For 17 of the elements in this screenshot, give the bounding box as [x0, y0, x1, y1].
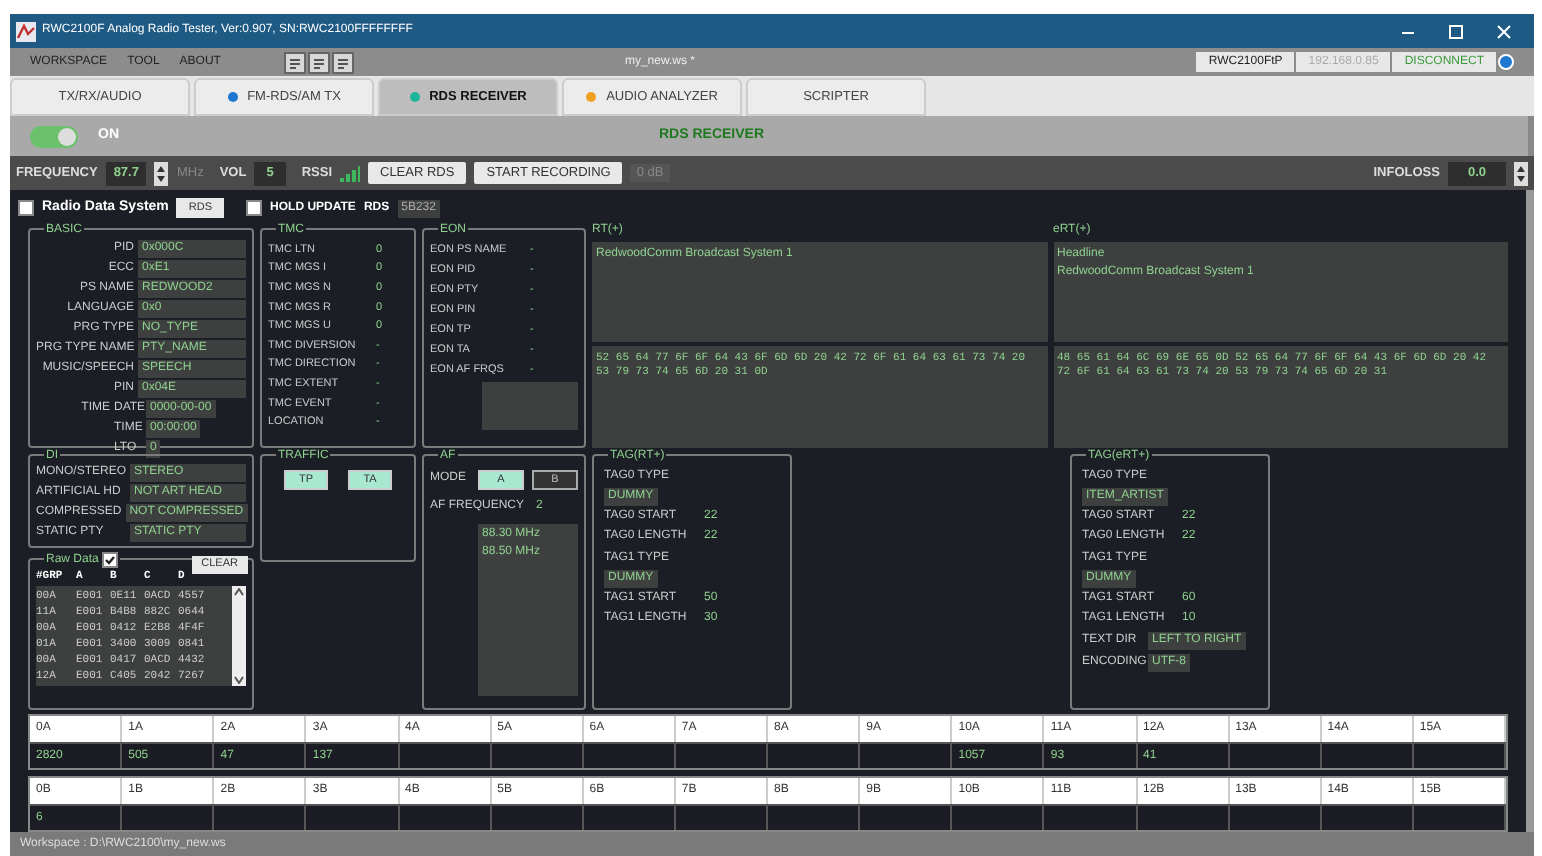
- app-icon: [16, 21, 36, 41]
- maximize-icon[interactable]: [1448, 23, 1464, 39]
- status-dot-icon: [1498, 54, 1514, 70]
- checkbox[interactable]: [102, 551, 119, 568]
- close-icon[interactable]: [1496, 23, 1512, 39]
- checkbox[interactable]: [246, 200, 263, 217]
- list-box: [482, 381, 578, 430]
- document-icon[interactable]: [332, 51, 355, 73]
- document-icon[interactable]: [308, 51, 331, 73]
- power-toggle[interactable]: [30, 125, 78, 147]
- scrollbar[interactable]: [232, 586, 246, 687]
- spinner-icon[interactable]: [154, 161, 169, 185]
- check-icon: [104, 553, 117, 566]
- spinner-icon[interactable]: [1514, 161, 1528, 185]
- checkbox[interactable]: [18, 200, 34, 217]
- signal-icon: [340, 165, 360, 181]
- document-icon[interactable]: [284, 51, 307, 73]
